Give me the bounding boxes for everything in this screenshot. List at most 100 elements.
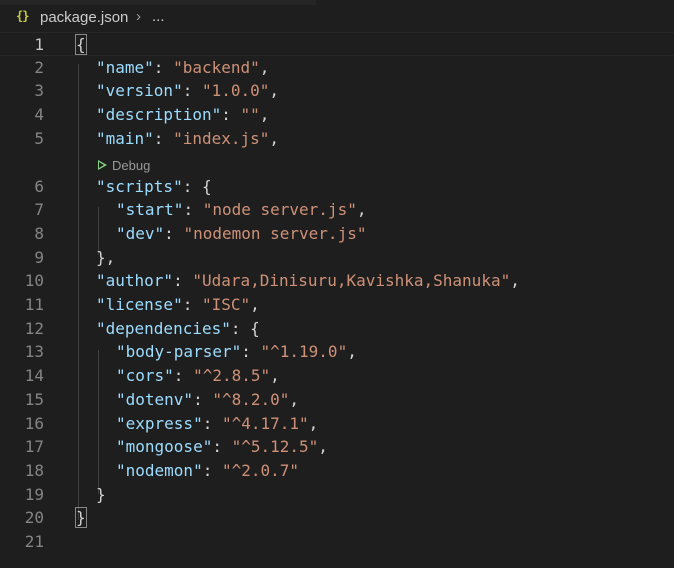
json-key: "dotenv": [116, 389, 194, 409]
json-string: "^2.8.5": [193, 366, 271, 386]
code-line[interactable]: 18 "nodemon": "^2.0.7": [0, 459, 674, 483]
code-line[interactable]: 15 "dotenv": "^8.2.0",: [0, 388, 674, 412]
json-key: "dev": [116, 223, 165, 243]
json-punctuation: :: [183, 200, 203, 220]
json-punctuation: :: [182, 295, 202, 314]
line-number: 19: [24, 484, 44, 504]
code-line[interactable]: 16 "express": "^4.17.1",: [0, 412, 674, 436]
code-line[interactable]: 5 "main": "index.js",: [0, 127, 674, 151]
json-punctuation: :: [241, 342, 261, 362]
code-line[interactable]: 1{: [0, 32, 674, 56]
code-line[interactable]: 8 "dev": "nodemon server.js": [0, 222, 674, 246]
json-punctuation: :: [153, 57, 174, 77]
json-punctuation: ,: [250, 295, 260, 314]
code-line[interactable]: 17 "mongoose": "^5.12.5",: [0, 435, 674, 459]
code-line[interactable]: 6 "scripts": {: [0, 175, 674, 199]
json-string: "^8.2.0": [212, 389, 290, 409]
line-number: 9: [34, 247, 44, 267]
json-key: "start": [116, 200, 184, 220]
breadcrumb-more[interactable]: ...: [152, 8, 165, 25]
code-line[interactable]: 11 "license": "ISC",: [0, 293, 674, 317]
json-punctuation: :: [202, 413, 222, 433]
code-line[interactable]: 4 "description": "",: [0, 103, 674, 127]
breadcrumb-file[interactable]: package.json: [40, 9, 128, 26]
line-number: 6: [34, 176, 44, 196]
json-punctuation: :: [173, 366, 194, 386]
json-punctuation: ,: [270, 366, 280, 386]
json-string: "^1.19.0": [260, 342, 348, 362]
line-number: 18: [24, 460, 44, 480]
json-punctuation: ,: [510, 271, 520, 291]
code-text: },: [96, 246, 115, 270]
code-text: "license": "ISC",: [96, 293, 260, 317]
code-text: {: [75, 33, 87, 57]
code-text: "author": "Udara,Dinisuru,Kavishka,Shanu…: [96, 269, 520, 293]
code-line[interactable]: 20}: [0, 506, 674, 530]
json-key: "express": [116, 413, 203, 433]
json-punctuation: ,: [308, 413, 319, 433]
json-punctuation: },: [96, 247, 116, 267]
line-number: 3: [34, 81, 44, 101]
json-punctuation: ,: [289, 389, 300, 409]
code-line[interactable]: 21: [0, 530, 674, 554]
json-string: "^4.17.1": [221, 413, 309, 433]
json-string: "": [240, 105, 260, 125]
line-number: 12: [24, 318, 44, 338]
json-punctuation: :: [164, 223, 184, 243]
code-line[interactable]: 14 "cors": "^2.8.5",: [0, 364, 674, 388]
json-punctuation: :: [221, 105, 241, 125]
json-file-icon: {}: [16, 9, 29, 23]
json-string: "^5.12.5": [231, 437, 319, 457]
line-number: 14: [24, 366, 44, 386]
json-punctuation: ,: [347, 342, 357, 362]
code-text: "mongoose": "^5.12.5",: [116, 435, 328, 459]
debug-codelens[interactable]: Debug: [98, 155, 150, 175]
tab-strip-edge: [0, 0, 316, 5]
json-punctuation: ,: [318, 437, 328, 457]
json-punctuation: ,: [269, 81, 280, 101]
json-punctuation: :: [212, 437, 232, 457]
code-text: "scripts": {: [96, 175, 212, 199]
code-editor[interactable]: Debug 1{2 "name": "backend", 3 "version": "…: [0, 32, 674, 568]
line-number: 10: [24, 271, 44, 291]
json-string: "nodemon server.js": [183, 223, 367, 243]
json-string: "backend": [173, 57, 260, 77]
json-string: "^2.0.7": [221, 460, 300, 480]
json-key: "cors": [116, 366, 174, 386]
json-key: "mongoose": [116, 437, 213, 457]
code-line[interactable]: 9},: [0, 246, 674, 270]
line-number: 7: [34, 200, 44, 220]
json-punctuation: :: [202, 460, 222, 480]
play-icon: [98, 160, 107, 170]
code-text: }: [75, 506, 87, 530]
json-key: "main": [96, 128, 154, 148]
code-line[interactable]: 7 "start": "node server.js",: [0, 198, 674, 222]
code-text: }: [96, 483, 106, 507]
line-number: 15: [24, 389, 44, 409]
json-string: "node server.js": [202, 200, 357, 220]
code-text: "dev": "nodemon server.js": [116, 222, 366, 246]
line-number: 16: [24, 413, 44, 433]
json-key: "author": [96, 271, 174, 291]
chevron-right-icon: ›: [136, 8, 141, 25]
code-text: "nodemon": "^2.0.7": [116, 459, 299, 483]
line-number: 8: [34, 223, 44, 243]
code-line[interactable]: 2 "name": "backend",: [0, 56, 674, 80]
json-key: "nodemon": [116, 460, 203, 480]
code-text: "name": "backend",: [96, 56, 269, 80]
code-line[interactable]: 3 "version": "1.0.0",: [0, 79, 674, 103]
json-punctuation: {: [75, 34, 87, 55]
line-number: 2: [34, 57, 44, 77]
code-line[interactable]: 13 "body-parser": "^1.19.0",: [0, 340, 674, 364]
code-line[interactable]: 19}: [0, 483, 674, 507]
code-text: "express": "^4.17.1",: [116, 412, 318, 436]
json-string: "1.0.0": [201, 81, 270, 101]
json-key: "description": [96, 105, 222, 125]
code-text: "description": "",: [96, 103, 269, 127]
code-line[interactable]: 12 "dependencies": {: [0, 317, 674, 341]
json-punctuation: :: [153, 128, 174, 148]
code-line[interactable]: 10 "author": "Udara,Dinisuru,Kavishka,Sha…: [0, 269, 674, 293]
json-key: "version": [96, 81, 183, 101]
code-text: "version": "1.0.0",: [96, 79, 279, 103]
debug-label: Debug: [112, 157, 151, 173]
